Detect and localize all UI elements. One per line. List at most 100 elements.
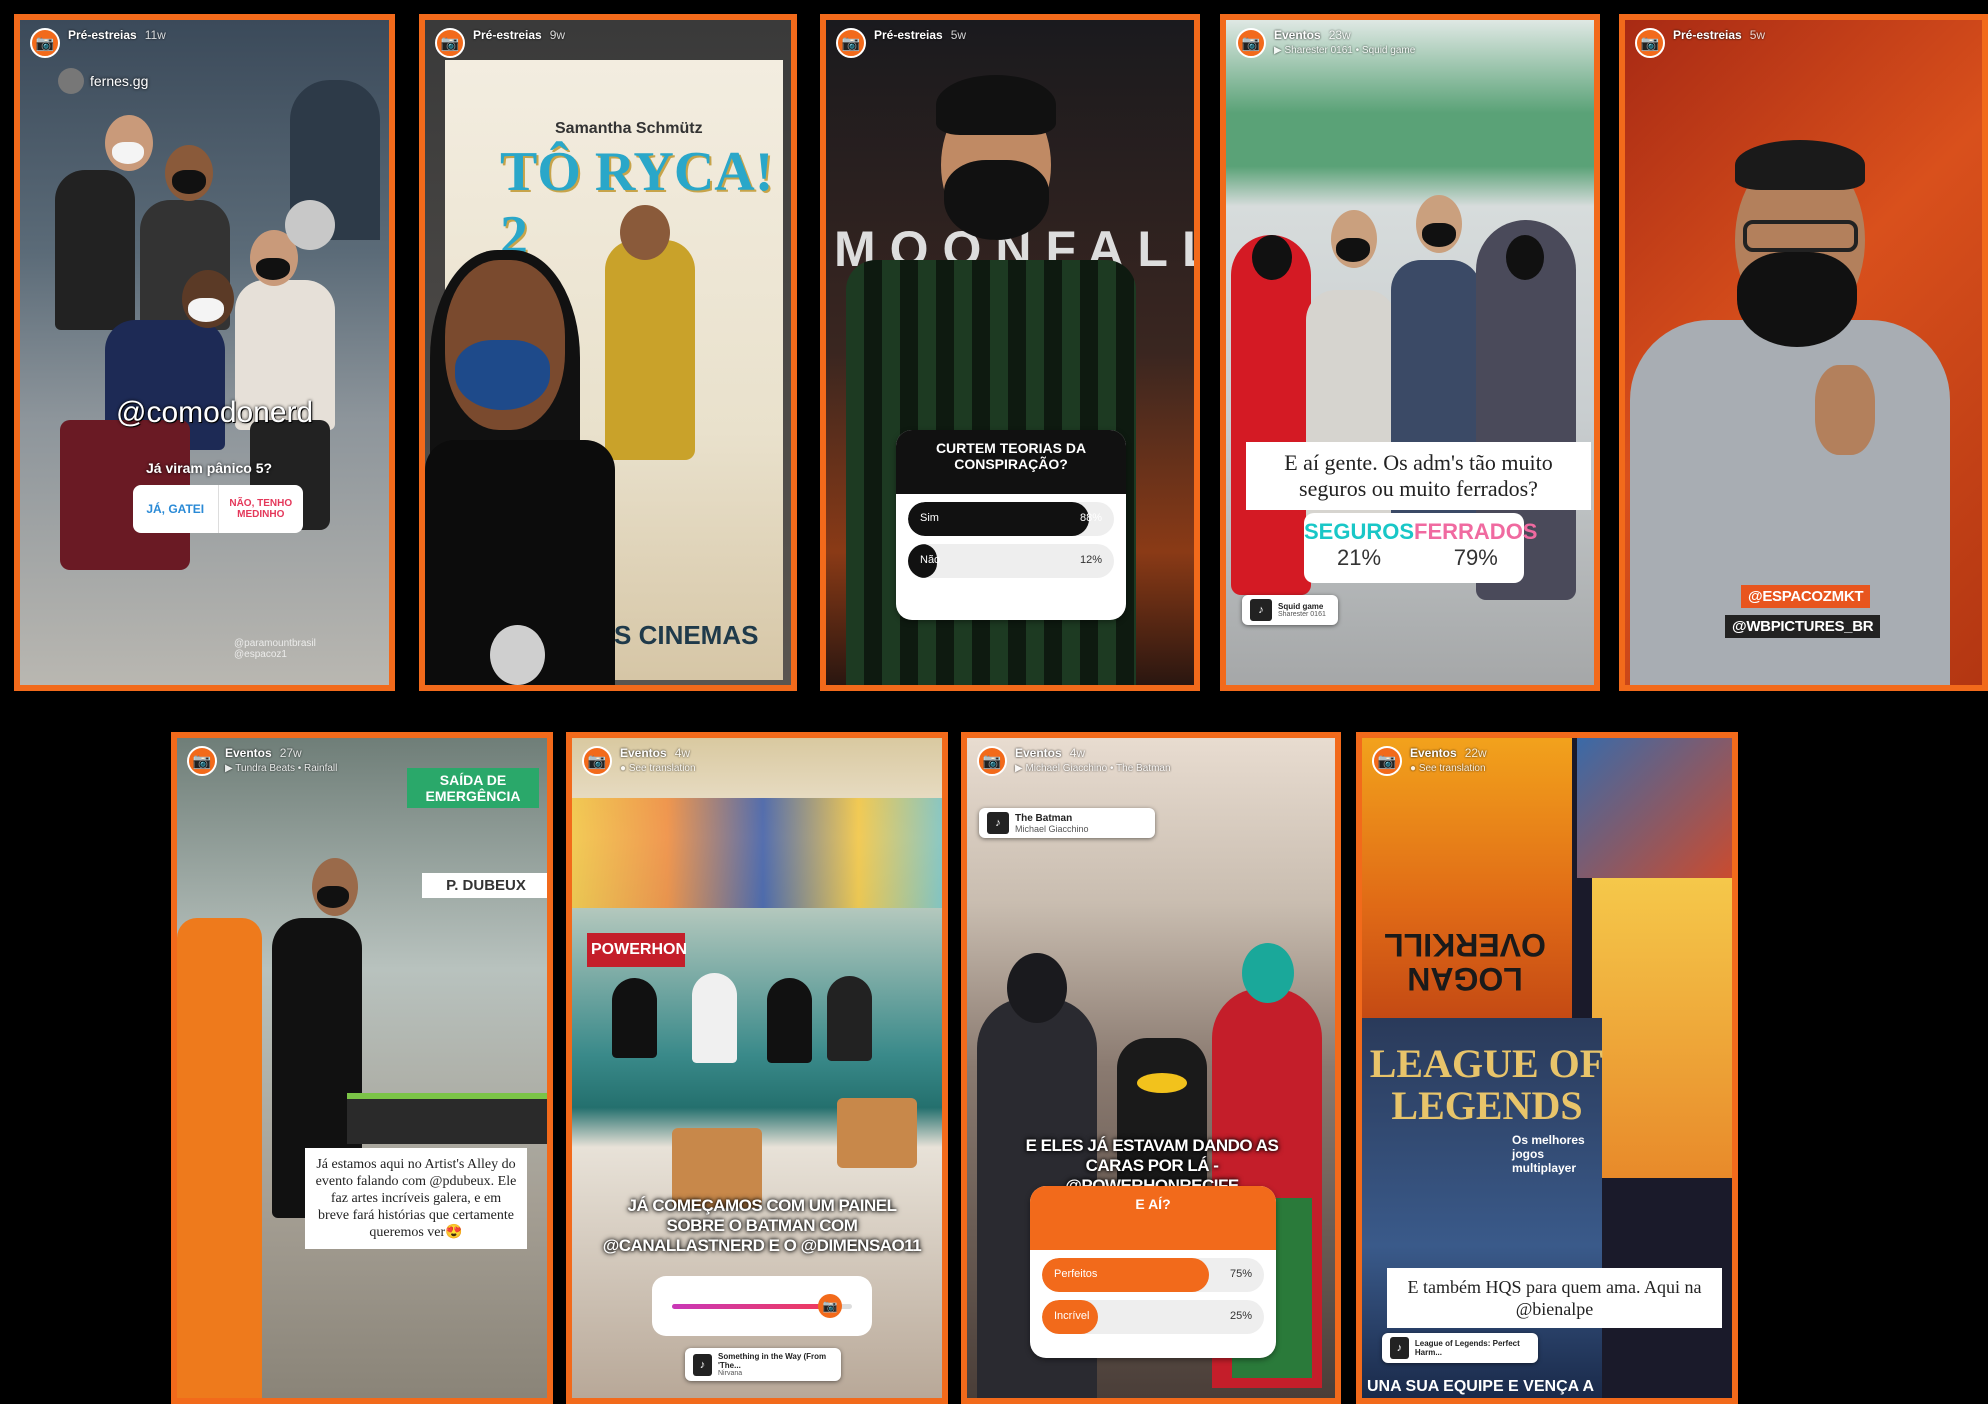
- table: [347, 1093, 547, 1144]
- poll-option[interactable]: Perfeitos 75%: [1042, 1258, 1264, 1292]
- camera-icon[interactable]: 📷: [435, 28, 465, 58]
- camera-icon[interactable]: 📷: [1635, 28, 1665, 58]
- emoji-slider[interactable]: 📷: [652, 1276, 872, 1336]
- mention-sticker[interactable]: @comodonerd: [116, 396, 313, 430]
- poll-question: CURTEM TEORIAS DA CONSPIRAÇÃO?: [896, 430, 1126, 494]
- story-header: 📷 Pré-estreias 5w: [1635, 28, 1972, 68]
- hair: [1735, 140, 1865, 190]
- caption: E aí gente. Os adm's tão muito seguros o…: [1246, 442, 1591, 510]
- poll-sticker[interactable]: SEGUROS 21% FERRADOS 79%: [1304, 513, 1537, 583]
- magazine-subtitle: Os melhores jogos multiplayer: [1512, 1133, 1585, 1175]
- music-sticker[interactable]: ♪ Something in the Way (From 'The... Nirv…: [685, 1348, 841, 1381]
- microphone: [490, 625, 545, 685]
- person: [1306, 290, 1396, 550]
- story-title[interactable]: Eventos: [1274, 28, 1321, 42]
- story-header: 📷 Eventos 4w ● See translation: [582, 746, 932, 786]
- story-3[interactable]: MOONFALL CURTEM TEORIAS DA CONSPIRAÇÃO? …: [820, 14, 1200, 691]
- camera-icon[interactable]: 📷: [1236, 28, 1266, 58]
- stage-mural: [572, 798, 942, 908]
- story-2[interactable]: Samantha Schmütz TÔ RYCA! 2 NOS CINEMAS …: [419, 14, 797, 691]
- story-title[interactable]: Eventos: [1410, 746, 1457, 760]
- username[interactable]: fernes.gg: [90, 73, 148, 89]
- poll-option[interactable]: Sim 88%: [908, 502, 1114, 536]
- poll-option[interactable]: FERRADOS 79%: [1414, 513, 1537, 583]
- camera-icon[interactable]: 📷: [836, 28, 866, 58]
- story-age: 9w: [549, 28, 566, 42]
- story-title[interactable]: Pré-estreias: [68, 28, 137, 42]
- music-sticker[interactable]: ♪ League of Legends: Perfect Harm...: [1382, 1333, 1538, 1363]
- user-tag: fernes.gg: [58, 68, 148, 94]
- story-title[interactable]: Eventos: [1015, 746, 1062, 760]
- poll-option-pct: 79%: [1453, 545, 1498, 570]
- story-1[interactable]: 📷 Pré-estreias 11w fernes.gg @comodonerd …: [14, 14, 395, 691]
- caption: Já estamos aqui no Artist's Alley do eve…: [305, 1148, 527, 1249]
- quiz-option[interactable]: NÃO, TENHO MEDINHO: [219, 485, 304, 533]
- music-icon: ♪: [693, 1353, 712, 1376]
- camera-icon[interactable]: 📷: [1372, 746, 1402, 776]
- stand-banner: P. DUBEUX: [422, 873, 547, 898]
- mask: [1737, 252, 1857, 347]
- mask: [172, 170, 206, 194]
- camera-icon[interactable]: 📷: [187, 746, 217, 776]
- story-title[interactable]: Pré-estreias: [874, 28, 943, 42]
- story-age: 23w: [1328, 28, 1351, 42]
- mention-tag[interactable]: @ESPACOZMKT: [1741, 585, 1871, 608]
- poll-sticker[interactable]: E AÍ? Perfeitos 75% Incrível 25%: [1030, 1186, 1276, 1358]
- poll-sticker[interactable]: CURTEM TEORIAS DA CONSPIRAÇÃO? Sim 88% N…: [896, 430, 1126, 620]
- mask: [317, 886, 349, 908]
- poll-option-label: FERRADOS: [1414, 519, 1538, 544]
- quiz-sticker[interactable]: JÁ, GATEI NÃO, TENHO MEDINHO: [133, 485, 303, 533]
- music-sticker[interactable]: ♪ The Batman Michael Giacchino: [979, 808, 1155, 838]
- person: [55, 170, 135, 330]
- camera-icon[interactable]: 📷: [582, 746, 612, 776]
- story-music-line: Tundra Beats • Rainfall: [235, 763, 338, 774]
- mask: [1506, 235, 1544, 280]
- story-age: 5w: [950, 28, 967, 42]
- camera-icon[interactable]: 📷: [30, 28, 60, 58]
- story-title[interactable]: Eventos: [620, 746, 667, 760]
- poster-figure: [605, 240, 695, 460]
- comic-title: LOGAN OVERKILL: [1384, 927, 1546, 997]
- story-9[interactable]: LOGAN OVERKILL LEAGUE OF LEGENDS Os melh…: [1356, 732, 1738, 1404]
- music-artist: Nirvana: [718, 1370, 743, 1377]
- glasses: [1743, 220, 1858, 252]
- magazine-bottom-text: UNA SUA EQUIPE E VENÇA A: [1367, 1378, 1594, 1395]
- story-4[interactable]: E aí gente. Os adm's tão muito seguros o…: [1220, 14, 1600, 691]
- story-age: 4w: [1069, 746, 1086, 760]
- story-title[interactable]: Eventos: [225, 746, 272, 760]
- poll-option-label: Incrível: [1054, 1310, 1090, 1322]
- story-header: 📷 Eventos 22w ● See translation: [1372, 746, 1722, 786]
- story-music-line: Sharester 0161 • Squid game: [1284, 45, 1416, 56]
- slider-knob[interactable]: 📷: [818, 1294, 843, 1318]
- music-artist: Sharester 0161: [1278, 611, 1326, 618]
- robin-head: [1242, 943, 1294, 1003]
- poll-option[interactable]: Incrível 25%: [1042, 1300, 1264, 1334]
- translation-link[interactable]: See translation: [629, 763, 696, 774]
- story-6[interactable]: SAÍDA DE EMERGÊNCIA P. DUBEUX 📷 Eventos 2…: [171, 732, 553, 1404]
- story-7[interactable]: POWERHON JÁ COMEÇAMOS COM UM PAINEL SOBR…: [566, 732, 948, 1404]
- music-sticker[interactable]: ♪ Squid game Sharester 0161: [1242, 595, 1338, 625]
- mask: [256, 258, 290, 280]
- poll-option[interactable]: Não 12%: [908, 544, 1114, 578]
- story-title[interactable]: Pré-estreias: [473, 28, 542, 42]
- mask: [112, 142, 144, 164]
- camera-icon[interactable]: 📷: [977, 746, 1007, 776]
- music-icon: ♪: [1390, 1337, 1409, 1359]
- quiz-option[interactable]: JÁ, GATEI: [133, 485, 219, 533]
- story-8[interactable]: ♪ The Batman Michael Giacchino E ELES JÁ …: [961, 732, 1341, 1404]
- story-music-line: Michael Giacchino • The Batman: [1025, 763, 1171, 774]
- translation-link[interactable]: See translation: [1419, 763, 1486, 774]
- mention-tag[interactable]: @WBPICTURES_BR: [1725, 615, 1881, 638]
- story-header: 📷 Pré-estreias 11w: [30, 28, 379, 68]
- poll-option[interactable]: SEGUROS 21%: [1304, 513, 1414, 583]
- poll-option-pct: 12%: [1079, 554, 1102, 566]
- story-5[interactable]: @ESPACOZMKT @WBPICTURES_BR 📷 Pré-estreia…: [1619, 14, 1988, 691]
- caption: JÁ COMEÇAMOS COM UM PAINEL SOBRE O BATMA…: [602, 1196, 922, 1255]
- bat-symbol: [1137, 1073, 1187, 1093]
- avatar: [58, 68, 84, 94]
- story-header: 📷 Eventos 27w ▶ Tundra Beats • Rainfall: [187, 746, 537, 786]
- story-title[interactable]: Pré-estreias: [1673, 28, 1742, 42]
- story-age: 5w: [1749, 28, 1766, 42]
- poster-author: Samantha Schmütz: [555, 120, 703, 137]
- quiz-question: Já viram pânico 5?: [146, 460, 273, 476]
